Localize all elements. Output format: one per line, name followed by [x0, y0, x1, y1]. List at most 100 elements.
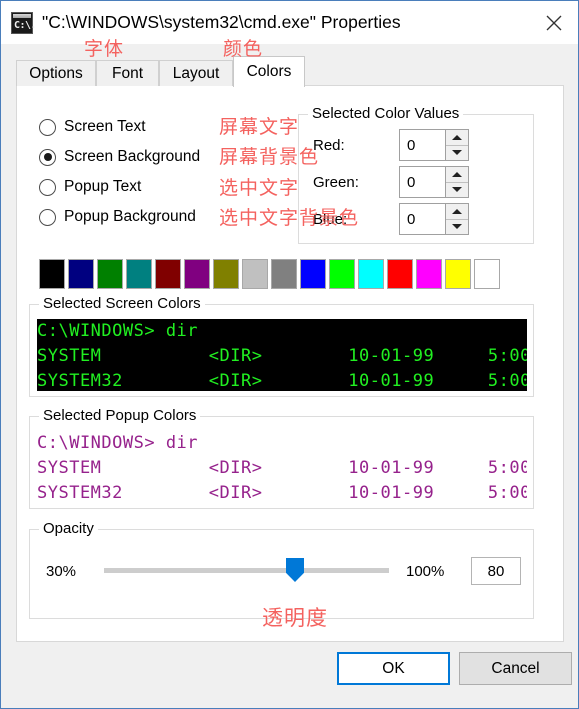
- red-spinner[interactable]: 0: [399, 129, 469, 161]
- tab-colors[interactable]: Colors: [233, 56, 305, 87]
- palette-swatch-0[interactable]: [39, 259, 65, 289]
- opacity-min-label: 30%: [46, 562, 77, 580]
- red-value[interactable]: 0: [400, 130, 445, 160]
- selected-screen-colors-group: Selected Screen Colors C:\WINDOWS> dir SY…: [29, 295, 534, 397]
- tab-layout-label: Layout: [172, 64, 220, 82]
- radio-icon: [39, 178, 56, 196]
- palette-swatch-7[interactable]: [242, 259, 268, 289]
- green-increment-button[interactable]: [446, 167, 468, 183]
- blue-spin-buttons: [445, 204, 468, 234]
- blue-value[interactable]: 0: [400, 204, 445, 234]
- palette-swatch-14[interactable]: [445, 259, 471, 289]
- tab-font[interactable]: Font: [96, 60, 159, 86]
- selected-screen-colors-title: Selected Screen Colors: [39, 295, 205, 312]
- tab-colors-label: Colors: [246, 63, 292, 80]
- opacity-controls: 30% 100% 80: [30, 556, 535, 586]
- radio-screen-background-label: Screen Background: [64, 148, 201, 165]
- selected-popup-colors-title: Selected Popup Colors: [39, 407, 201, 424]
- radio-popup-text-label: Popup Text: [64, 178, 142, 195]
- arrow-down-icon: [452, 150, 462, 156]
- radio-popup-background[interactable]: Popup Background: [39, 202, 200, 232]
- palette-swatch-5[interactable]: [184, 259, 210, 289]
- cancel-button[interactable]: Cancel: [459, 652, 572, 685]
- arrow-up-icon: [452, 208, 462, 214]
- close-icon: [546, 15, 562, 30]
- selected-color-values-title: Selected Color Values: [308, 105, 464, 122]
- radio-popup-text[interactable]: Popup Text: [39, 172, 200, 202]
- red-decrement-button[interactable]: [446, 146, 468, 161]
- selected-color-values-group: Selected Color Values Red: 0 Green: 0 Bl…: [298, 105, 534, 244]
- green-value[interactable]: 0: [400, 167, 445, 197]
- close-button[interactable]: [530, 1, 578, 44]
- red-increment-button[interactable]: [446, 130, 468, 146]
- opacity-title: Opacity: [39, 520, 98, 537]
- arrow-down-icon: [452, 187, 462, 193]
- ok-button[interactable]: OK: [337, 652, 450, 685]
- opacity-value-field[interactable]: 80: [471, 557, 521, 585]
- color-palette: [39, 259, 503, 289]
- green-label: Green:: [313, 174, 359, 191]
- cancel-button-label: Cancel: [491, 659, 540, 677]
- preview-line: SYSTEM <DIR> 10-01-99 5:00: [37, 346, 527, 366]
- title-bar: C:\. "C:\WINDOWS\system32\cmd.exe" Prope…: [1, 1, 578, 44]
- opacity-max-label: 100%: [406, 562, 445, 580]
- green-spinner[interactable]: 0: [399, 166, 469, 198]
- preview-line: SYSTEM32 <DIR> 10-01-99 5:00: [37, 483, 527, 503]
- blue-label: Blue:: [313, 211, 348, 228]
- selected-popup-colors-group: Selected Popup Colors C:\WINDOWS> dir SYS…: [29, 407, 534, 509]
- icon-prompt-text: C:\.: [14, 19, 37, 31]
- arrow-down-icon: [452, 224, 462, 230]
- slider-thumb[interactable]: [286, 558, 304, 582]
- properties-dialog-window: C:\. "C:\WINDOWS\system32\cmd.exe" Prope…: [0, 0, 579, 709]
- preview-line: SYSTEM32 <DIR> 10-01-99 5:00: [37, 371, 527, 391]
- ok-button-label: OK: [382, 659, 405, 677]
- red-spin-buttons: [445, 130, 468, 160]
- cmd-console-icon: C:\.: [11, 11, 37, 34]
- palette-swatch-10[interactable]: [329, 259, 355, 289]
- palette-swatch-1[interactable]: [68, 259, 94, 289]
- icon-title-strip: [13, 13, 31, 18]
- palette-swatch-3[interactable]: [126, 259, 152, 289]
- radio-popup-background-label: Popup Background: [64, 208, 196, 225]
- palette-swatch-9[interactable]: [300, 259, 326, 289]
- color-target-radio-group: Screen Text Screen Background Popup Text…: [39, 112, 200, 232]
- arrow-up-icon: [452, 134, 462, 140]
- radio-icon: [39, 118, 56, 136]
- radio-screen-text[interactable]: Screen Text: [39, 112, 200, 142]
- tab-options-label: Options: [29, 64, 83, 82]
- tab-options[interactable]: Options: [16, 60, 96, 86]
- radio-screen-background[interactable]: Screen Background: [39, 142, 200, 172]
- palette-swatch-13[interactable]: [416, 259, 442, 289]
- tab-layout[interactable]: Layout: [159, 60, 233, 86]
- opacity-group: Opacity 30% 100% 80: [29, 520, 535, 619]
- radio-icon: [39, 208, 56, 226]
- tab-font-label: Font: [111, 64, 143, 82]
- opacity-slider[interactable]: [104, 558, 389, 582]
- slider-track: [104, 568, 389, 573]
- popup-colors-preview: C:\WINDOWS> dir SYSTEM <DIR> 10-01-99 5:0…: [37, 431, 527, 503]
- palette-swatch-2[interactable]: [97, 259, 123, 289]
- palette-swatch-8[interactable]: [271, 259, 297, 289]
- preview-line: C:\WINDOWS> dir: [37, 433, 199, 453]
- palette-swatch-15[interactable]: [474, 259, 500, 289]
- palette-swatch-12[interactable]: [387, 259, 413, 289]
- palette-swatch-11[interactable]: [358, 259, 384, 289]
- palette-swatch-4[interactable]: [155, 259, 181, 289]
- green-spin-buttons: [445, 167, 468, 197]
- radio-icon: [39, 148, 56, 166]
- tab-bar: Options Font Layout Colors: [16, 56, 564, 87]
- dialog-footer: OK Cancel: [1, 642, 578, 708]
- red-label: Red:: [313, 137, 345, 154]
- blue-increment-button[interactable]: [446, 204, 468, 220]
- screen-colors-preview: C:\WINDOWS> dir SYSTEM <DIR> 10-01-99 5:0…: [37, 319, 527, 391]
- green-decrement-button[interactable]: [446, 183, 468, 198]
- preview-line: SYSTEM <DIR> 10-01-99 5:00: [37, 458, 527, 478]
- preview-line: C:\WINDOWS> dir: [37, 321, 199, 341]
- arrow-up-icon: [452, 171, 462, 177]
- blue-decrement-button[interactable]: [446, 220, 468, 235]
- radio-screen-text-label: Screen Text: [64, 118, 146, 135]
- blue-spinner[interactable]: 0: [399, 203, 469, 235]
- palette-swatch-6[interactable]: [213, 259, 239, 289]
- window-title: "C:\WINDOWS\system32\cmd.exe" Properties: [42, 12, 401, 32]
- colors-tab-panel: Screen Text Screen Background Popup Text…: [16, 85, 564, 642]
